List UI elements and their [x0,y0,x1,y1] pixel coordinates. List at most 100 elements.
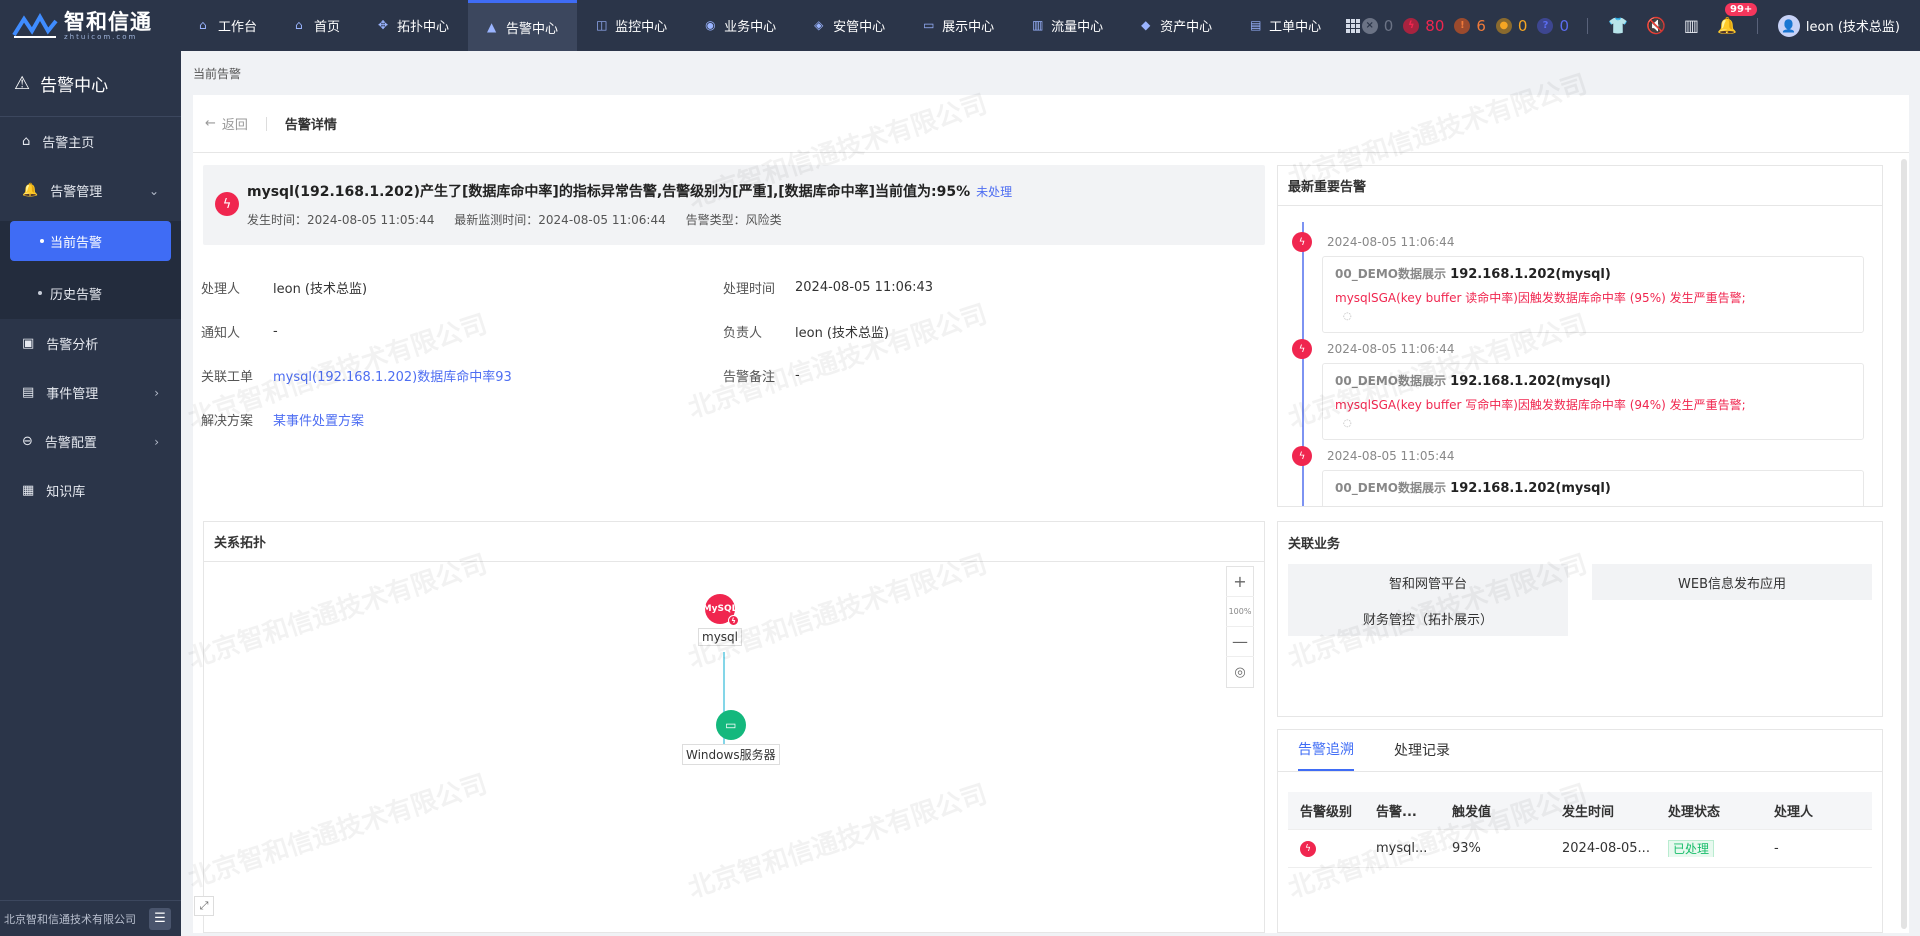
nav-label: 工作台 [218,20,258,35]
panel-title: 关系拓扑 [204,522,1264,562]
fullscreen-icon[interactable]: ⤢ [194,896,214,916]
topology-icon: ✥ [378,18,389,32]
search-config-icon: ⊖ [22,434,33,449]
nav-home[interactable]: ⌂ 首页 [276,0,359,51]
comment-icon[interactable]: ◌ [1343,311,1352,322]
sidebar-item-label: 告警配置 [44,436,97,451]
nav-traffic[interactable]: ▥ 流量中心 [1013,0,1122,51]
sidebar-submenu: 当前告警 历史告警 [0,221,181,319]
home-icon: ⌂ [22,134,31,149]
node-label: Windows服务器 [682,744,780,765]
nav-label: 安管中心 [833,20,886,35]
column-header: 发生时间 [1562,805,1615,820]
breadcrumb: 当前告警 [181,51,1920,95]
critical-alert-icon: ϟ [1292,339,1312,359]
solution-label: 解决方案 [201,413,254,429]
handler-value: leon (技术总监) [273,281,368,297]
alert-meta: 发生时间：2024-08-05 11:05:44 最新监测时间：2024-08-… [247,211,798,228]
event-card[interactable]: 00_DEMO数据展示 192.168.1.202(mysql) mysqlSG… [1322,363,1864,440]
nav-alert-center[interactable]: ▲ 告警中心 [468,0,578,51]
brand-logo[interactable]: 智和信通 zhtuicom.com [0,0,180,51]
collapse-menu-button[interactable]: ☰ [149,907,171,930]
alert-info-grid: 处理人 leon (技术总监) 处理时间 2024-08-05 11:06:43 通… [201,265,1263,441]
alert-title: mysql(192.168.1.202)产生了[数据库命中率]的指标异常告警,告… [247,181,1012,201]
cell-time: 2024-08-05... [1562,841,1650,856]
database-icon: MySQL ϟ [703,594,739,626]
theme-shirt-icon[interactable]: 👕 [1608,16,1628,35]
sidebar-item-alert-home[interactable]: ⌂ 告警主页 [0,117,181,166]
divider [1587,17,1589,34]
cell-handler: - [1774,841,1779,856]
apps-grid-icon[interactable] [1346,18,1361,33]
back-button[interactable]: ← 返回 [205,114,248,133]
nav-label: 工单中心 [1269,20,1322,35]
tab-handle-records[interactable]: 处理记录 [1394,730,1450,771]
event-group: 00_DEMO数据展示 [1335,374,1447,388]
nav-asset[interactable]: ◆ 资产中心 [1122,0,1231,51]
counter-info[interactable]: ? 0 [1537,17,1569,35]
alert-trace-panel: 告警追溯 处理记录 告警级别 告警... 触发值 发生时间 处理状态 处理人 ϟ… [1277,729,1883,933]
event-time: 2024-08-05 11:06:44 [1327,342,1455,356]
sidebar-item-alert-config[interactable]: ⊖ 告警配置 › [0,417,181,466]
event-card[interactable]: 00_DEMO数据展示 192.168.1.202(mysql) mysqlSG… [1322,256,1864,333]
nav-ticket[interactable]: ▤ 工单中心 [1231,0,1340,51]
book-icon: ▦ [22,483,35,498]
user-name[interactable]: leon (技术总监) [1806,16,1900,35]
zoom-out-button[interactable]: — [1226,627,1254,657]
counter-value: 0 [1517,16,1528,35]
counter-minor[interactable]: ● 0 [1495,16,1528,35]
nav-security[interactable]: ◈ 安管中心 [795,0,904,51]
nav-label: 首页 [314,20,341,35]
fit-view-icon[interactable]: ◎ [1226,657,1254,687]
counter-unknown[interactable]: × 0 [1361,17,1393,35]
layout-icon[interactable]: ▥ [1684,16,1699,35]
page-title: 告警详情 [284,118,337,133]
solution-link[interactable]: 某事件处置方案 [273,410,364,429]
comment-icon[interactable]: ◌ [1343,418,1352,429]
company-name: 北京智和信通技术有限公司 [4,912,136,926]
nav-business[interactable]: ◉ 业务中心 [686,0,795,51]
sidebar-item-current-alerts[interactable]: 当前告警 [10,221,171,261]
topo-node-windows[interactable]: ▭ Windows服务器 [682,710,780,765]
topo-node-mysql[interactable]: MySQL ϟ mysql [698,594,742,646]
nav-label: 流量中心 [1051,20,1104,35]
nav-display[interactable]: ▭ 展示中心 [904,0,1013,51]
ticket-link[interactable]: mysql(192.168.1.202)数据库命中率93 [273,366,512,385]
nav-workbench[interactable]: ⌂ 工作台 [180,0,276,51]
business-item[interactable]: 智和网管平台 [1288,564,1568,600]
handle-time-label: 处理时间 [723,281,776,297]
nav-topology[interactable]: ✥ 拓扑中心 [359,0,468,51]
nav-label: 资产中心 [1160,20,1213,35]
unknown-level-icon: × [1361,17,1378,34]
counter-critical[interactable]: ϟ 80 [1403,17,1444,35]
tab-label: 处理记录 [1394,743,1450,759]
business-item[interactable]: WEB信息发布应用 [1592,564,1872,600]
table-header: 告警级别 告警... 触发值 发生时间 处理状态 处理人 [1288,792,1872,830]
sidebar-item-event-manage[interactable]: ▤ 事件管理 › [0,368,181,417]
node-label: mysql [698,628,742,646]
nav-label: 监控中心 [615,20,668,35]
mute-icon[interactable]: 🔇 [1646,16,1666,35]
nav-label: 拓扑中心 [397,20,450,35]
event-card[interactable]: 00_DEMO数据展示 192.168.1.202(mysql) [1322,470,1864,506]
chart-icon: ▣ [22,336,35,351]
bell-icon[interactable]: 🔔 99+ [1717,3,1758,35]
sidebar-item-history-alerts[interactable]: 历史告警 [0,267,181,319]
sidebar-item-alert-manage[interactable]: 🔔 告警管理 ⌄ [0,166,181,215]
avatar[interactable]: 👤 [1777,14,1800,37]
nav-monitor[interactable]: ◫ 监控中心 [577,0,686,51]
tab-alert-trace[interactable]: 告警追溯 [1298,730,1354,771]
sidebar-item-alert-analysis[interactable]: ▣ 告警分析 [0,319,181,368]
arrow-left-icon: ← [205,116,216,131]
alert-summary: ϟ mysql(192.168.1.202)产生了[数据库命中率]的指标异常告警… [203,165,1265,245]
scrollbar[interactable] [1901,159,1907,929]
critical-alert-icon: ϟ [215,192,239,216]
counter-major[interactable]: ! 6 [1454,17,1486,35]
sidebar-item-knowledge[interactable]: ▦ 知识库 [0,466,181,515]
detail-header: ← 返回 告警详情 [193,95,1909,153]
table-row[interactable]: ϟ mysql... 93% 2024-08-05... 已处理 - [1288,830,1872,868]
business-item[interactable]: 财务管控（拓扑展示） [1288,600,1568,636]
logo-mark-icon [12,12,58,38]
zoom-in-button[interactable]: + [1226,567,1254,597]
sidebar: ⚠ 告警中心 ⌂ 告警主页 🔔 告警管理 ⌄ 当前告警 历史告警 ▣ 告警分析 ▤ 事件管… [0,51,181,936]
